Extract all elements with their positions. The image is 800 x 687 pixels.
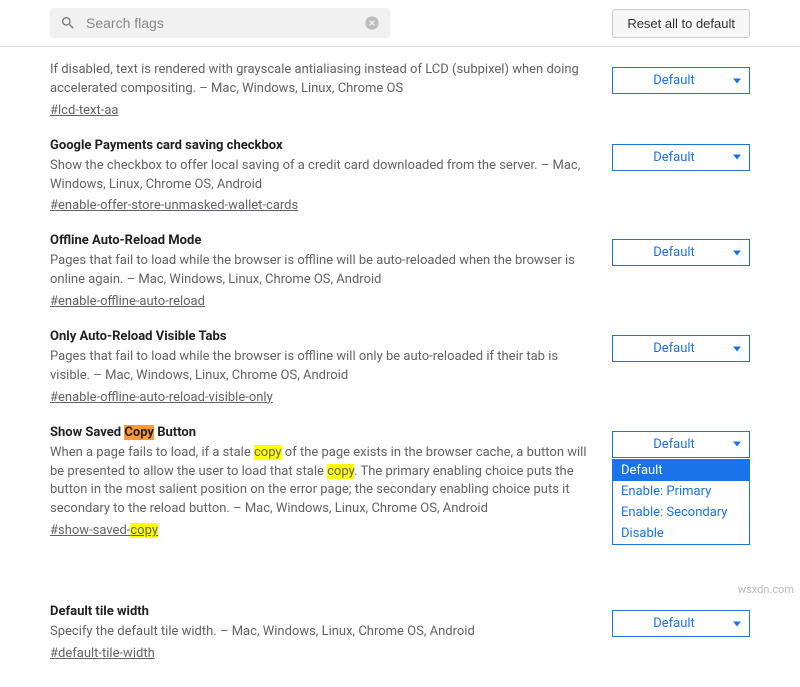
highlight-term: copy bbox=[130, 523, 158, 538]
header-bar: Reset all to default bbox=[0, 0, 800, 47]
flag-title-text: Button bbox=[154, 425, 196, 440]
highlight-term: copy bbox=[327, 464, 354, 479]
flag-item: Offline Auto-Reload Mode Pages that fail… bbox=[50, 219, 750, 315]
flag-description: Show the checkbox to offer local saving … bbox=[50, 157, 592, 195]
flag-id-link[interactable]: #enable-offline-auto-reload bbox=[50, 294, 205, 309]
flag-title: Default tile width bbox=[50, 604, 592, 619]
flag-id-link[interactable]: #lcd-text-aa bbox=[50, 103, 118, 118]
flag-id-link[interactable]: #enable-offline-auto-reload-visible-only bbox=[50, 390, 273, 405]
flag-title: Show Saved Copy Button bbox=[50, 425, 592, 440]
highlight-term: Copy bbox=[124, 425, 154, 440]
flag-description: When a page fails to load, if a stale co… bbox=[50, 444, 592, 519]
flag-id-link[interactable]: #enable-offer-store-unmasked-wallet-card… bbox=[50, 198, 298, 213]
flag-title: Only Auto-Reload Visible Tabs bbox=[50, 329, 592, 344]
flag-title-text: Show Saved bbox=[50, 425, 124, 440]
flag-description: Pages that fail to load while the browse… bbox=[50, 252, 592, 290]
flag-title: Offline Auto-Reload Mode bbox=[50, 233, 592, 248]
flag-item: Default tile width Specify the default t… bbox=[50, 590, 750, 667]
flag-description: Specify the default tile width. – Mac, W… bbox=[50, 623, 592, 642]
flag-id-text: #show-saved- bbox=[50, 523, 130, 538]
flag-title: Google Payments card saving checkbox bbox=[50, 138, 592, 153]
flag-description: If disabled, text is rendered with grays… bbox=[50, 61, 592, 99]
flag-item: Show Saved Copy Button When a page fails… bbox=[50, 411, 750, 544]
flag-item: If disabled, text is rendered with grays… bbox=[50, 47, 750, 124]
flag-dropdown[interactable]: Default bbox=[612, 144, 750, 171]
clear-icon[interactable] bbox=[364, 15, 380, 31]
flag-description: Pages that fail to load while the browse… bbox=[50, 348, 592, 386]
flag-item: Google Payments card saving checkbox Sho… bbox=[50, 124, 750, 220]
search-input[interactable] bbox=[84, 14, 364, 32]
dropdown-menu: Default Enable: Primary Enable: Secondar… bbox=[612, 459, 750, 545]
watermark: wsxdn.com bbox=[738, 583, 794, 596]
highlight-term: copy bbox=[254, 445, 282, 460]
search-box[interactable] bbox=[50, 8, 390, 38]
reset-all-button[interactable]: Reset all to default bbox=[612, 9, 750, 38]
flags-list: If disabled, text is rendered with grays… bbox=[0, 47, 800, 687]
flag-dropdown[interactable]: Default bbox=[612, 610, 750, 637]
flag-item: Only Auto-Reload Visible Tabs Pages that… bbox=[50, 315, 750, 411]
dropdown-option[interactable]: Enable: Primary bbox=[613, 481, 749, 502]
dropdown-option[interactable]: Default bbox=[613, 460, 749, 481]
dropdown-option[interactable]: Disable bbox=[613, 523, 749, 544]
desc-text: When a page fails to load, if a stale bbox=[50, 445, 254, 460]
flag-dropdown[interactable]: Default bbox=[612, 431, 750, 458]
flag-dropdown[interactable]: Default bbox=[612, 335, 750, 362]
dropdown-option[interactable]: Enable: Secondary bbox=[613, 502, 749, 523]
flag-dropdown[interactable]: Default bbox=[612, 239, 750, 266]
search-icon bbox=[60, 15, 76, 31]
flag-id-link[interactable]: #default-tile-width bbox=[50, 646, 155, 661]
flag-dropdown[interactable]: Default bbox=[612, 67, 750, 94]
flag-id-link[interactable]: #show-saved-copy bbox=[50, 523, 158, 538]
